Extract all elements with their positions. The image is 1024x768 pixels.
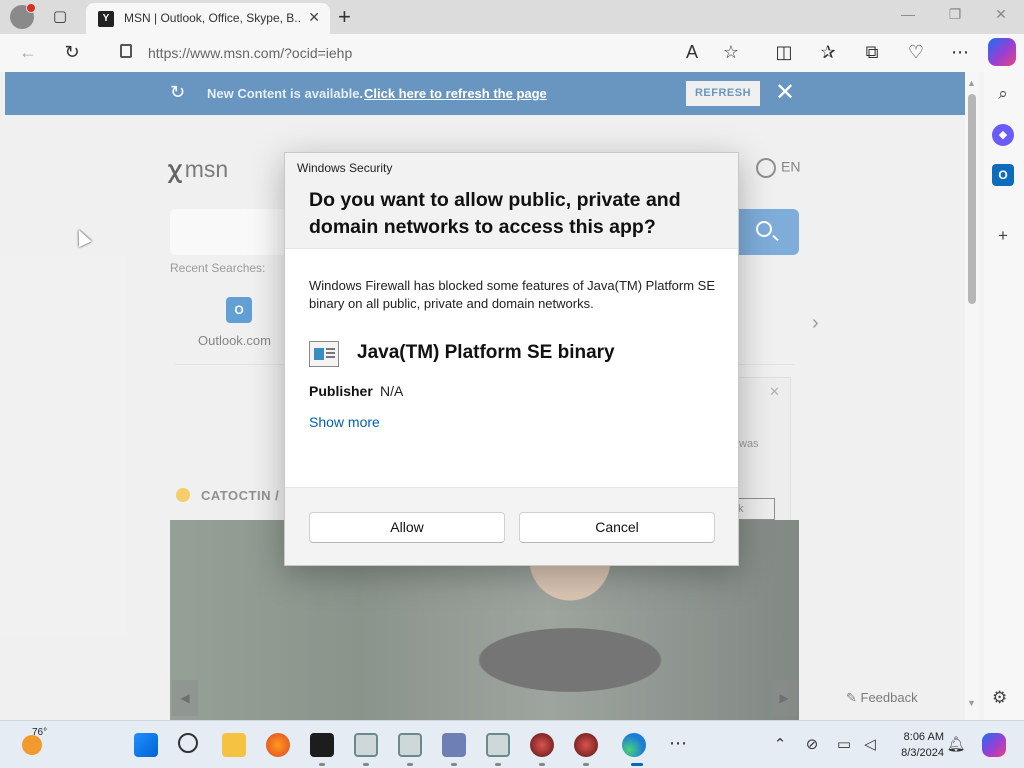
browser-essentials-icon[interactable]: ♡ <box>904 42 928 63</box>
dialog-header: Windows Security Do you want to allow pu… <box>285 153 738 249</box>
taskbar-clock[interactable]: 8:06 AM 8/3/2024 <box>888 729 944 761</box>
clock-date: 8/3/2024 <box>901 747 944 759</box>
tray-network-off-icon[interactable]: ⊘ <box>802 735 822 753</box>
app-red-icon-1[interactable] <box>530 733 554 757</box>
sidebar-search-icon[interactable]: ⌕ <box>992 84 1014 106</box>
address-bar[interactable]: https://www.msn.com/?ocid=iehp <box>108 38 768 68</box>
collections-icon[interactable]: ⧉ <box>860 42 884 63</box>
split-screen-icon[interactable]: ◫ <box>772 42 796 63</box>
edge-icon[interactable] <box>622 733 646 757</box>
read-aloud-icon[interactable]: A <box>680 42 704 63</box>
browser-tab-strip: ▢ Y MSN | Outlook, Office, Skype, B... ✕… <box>0 0 1024 34</box>
restore-icon[interactable]: ❐ <box>940 6 970 23</box>
edge-active-indicator <box>631 763 643 766</box>
firefox-icon[interactable] <box>266 733 290 757</box>
allow-button[interactable]: Allow <box>309 512 505 543</box>
tray-display-icon[interactable]: ▭ <box>834 735 854 753</box>
windows-security-dialog: Windows Security Do you want to allow pu… <box>284 152 739 566</box>
msn-favicon-icon: Y <box>98 11 114 27</box>
cancel-button[interactable]: Cancel <box>519 512 715 543</box>
url-text[interactable]: https://www.msn.com/?ocid=iehp <box>148 45 352 61</box>
taskbar-search-icon[interactable] <box>178 733 198 753</box>
reload-icon[interactable]: ↻ <box>60 42 84 63</box>
network-app-icon[interactable] <box>442 733 466 757</box>
start-icon[interactable] <box>134 733 158 757</box>
tray-chevron-up-icon[interactable]: ⌃ <box>770 735 790 753</box>
application-icon <box>309 341 339 367</box>
back-icon[interactable]: ← <box>16 42 40 63</box>
sidebar-add-icon[interactable]: + <box>992 226 1014 248</box>
tray-volume-icon[interactable]: ◁ <box>860 735 880 753</box>
dialog-title: Do you want to allow public, private and… <box>309 189 681 238</box>
java-app-icon-1[interactable] <box>354 733 378 757</box>
java-app-icon-2[interactable] <box>398 733 422 757</box>
edge-sidebar: ⌕ ◆ O + <box>984 72 1024 720</box>
app-name: Java(TM) Platform SE binary <box>357 342 615 363</box>
browser-tab-msn[interactable]: Y MSN | Outlook, Office, Skype, B... ✕ <box>86 3 330 34</box>
java-app-icon-3[interactable] <box>486 733 510 757</box>
java-app-2-running-indicator <box>407 763 413 766</box>
tab-actions-icon[interactable]: ▢ <box>50 7 70 27</box>
lock-icon <box>120 44 132 58</box>
sidebar-outlook-icon[interactable]: O <box>992 164 1014 186</box>
tab-close-icon[interactable]: ✕ <box>308 9 320 26</box>
network-app-running-indicator <box>451 763 457 766</box>
new-tab-icon[interactable]: + <box>338 4 351 30</box>
terminal-running-indicator <box>319 763 325 766</box>
profile-avatar-icon[interactable] <box>10 3 36 29</box>
java-app-1-running-indicator <box>363 763 369 766</box>
settings-gear-icon[interactable]: ⚙ <box>992 688 1007 708</box>
dialog-footer: Allow Cancel <box>285 487 738 565</box>
app-red-1-running-indicator <box>539 763 545 766</box>
more-options-icon[interactable]: ⋯ <box>948 42 972 63</box>
minimize-icon[interactable]: — <box>893 6 923 22</box>
app-red-icon-2[interactable] <box>574 733 598 757</box>
clock-time: 8:06 AM <box>903 731 944 743</box>
show-more-link[interactable]: Show more <box>309 414 380 430</box>
dialog-message: Windows Firewall has blocked some featur… <box>309 278 716 311</box>
copilot-icon[interactable] <box>988 38 1016 66</box>
browser-toolbar: ← ↻ https://www.msn.com/?ocid=iehp A ☆ ◫… <box>0 34 1024 72</box>
dialog-caption: Windows Security <box>297 161 393 175</box>
file-explorer-icon[interactable] <box>222 733 246 757</box>
notification-bell-icon[interactable]: 🔔︎ <box>946 735 966 753</box>
weather-temp: 76° <box>32 727 48 738</box>
taskbar-copilot-icon[interactable] <box>982 733 1006 757</box>
more-apps-icon[interactable]: ⋯ <box>668 733 688 754</box>
publisher-value: N/A <box>380 383 404 399</box>
desktop-screen: ▢ Y MSN | Outlook, Office, Skype, B... ✕… <box>0 0 1024 768</box>
favorites-icon[interactable]: ✰ <box>816 42 840 63</box>
publisher-label: Publisher <box>309 383 373 399</box>
favorite-star-icon[interactable]: ☆ <box>719 42 743 63</box>
app-red-2-running-indicator <box>583 763 589 766</box>
sidebar-copilot-icon[interactable]: ◆ <box>992 124 1014 146</box>
windows-taskbar: 76° ⋯ ⌃ ⊘ ▭ ◁ 8:06 AM 8/3/2024 🔔︎ <box>0 720 1024 768</box>
terminal-icon[interactable] <box>310 733 334 757</box>
close-window-icon[interactable]: ✕ <box>986 6 1016 23</box>
java-app-3-running-indicator <box>495 763 501 766</box>
weather-widget-icon[interactable] <box>22 735 42 755</box>
tab-title: MSN | Outlook, Office, Skype, B... <box>124 11 302 25</box>
